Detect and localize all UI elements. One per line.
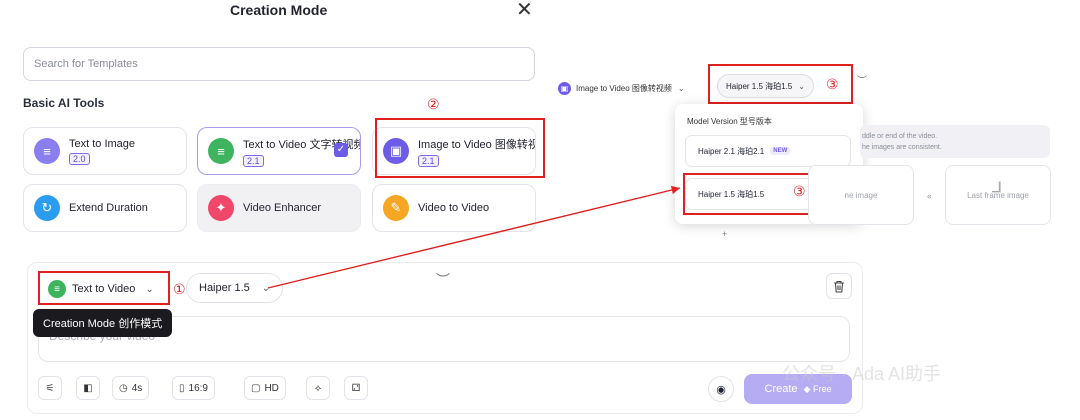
annotation-two: ② <box>427 96 440 112</box>
model-label: Haiper 1.5 <box>199 282 250 294</box>
search-input[interactable] <box>23 47 535 81</box>
eye-icon[interactable]: ◉ <box>708 376 734 402</box>
option-label: Haiper 2.1 海珀2.1 <box>698 146 765 156</box>
option-label: Haiper 1.5 海珀1.5 <box>698 189 765 199</box>
collapse-icon[interactable]: ︶ <box>857 72 867 87</box>
modal-title: Creation Mode <box>230 2 328 18</box>
chevron-down-icon: ⌄ <box>145 283 154 295</box>
info-line: ddle or end of the video. <box>862 133 938 140</box>
tool-image-to-video[interactable]: ▣ Image to Video 图像转视 2.1 <box>372 127 536 175</box>
watermark: 公众号 · Ada AI助手 <box>782 364 942 384</box>
collapse-icon[interactable]: ︶ <box>436 270 450 290</box>
annotation-three-b: ③ <box>793 183 806 199</box>
version-badge: 2.0 <box>69 152 90 165</box>
version-badge: 2.1 <box>243 154 264 167</box>
model-label: Haiper 1.5 海珀1.5 <box>726 81 793 91</box>
new-badge: NEW <box>770 147 791 155</box>
style-button[interactable]: ◧ <box>76 376 100 400</box>
creation-mode-tooltip: Creation Mode 创作模式 <box>33 309 173 337</box>
chevron-down-icon: ⌄ <box>798 81 805 91</box>
tool-name: Video to Video <box>418 202 490 214</box>
tool-video-to-video[interactable]: ✎ Video to Video <box>372 184 536 232</box>
creation-mode-modal: Creation Mode ✕ Basic AI Tools ≡ Text to… <box>0 0 560 250</box>
text-video-icon: ≡ <box>48 280 66 298</box>
sliders-icon: ⚟ <box>45 382 55 394</box>
chevron-down-icon: ⌄ <box>677 83 685 93</box>
annotation-three: ③ <box>826 76 839 92</box>
swap-icon: « <box>927 191 933 201</box>
style-icon: ◧ <box>83 382 93 394</box>
seed-button[interactable]: ⚁ <box>344 376 368 400</box>
annotation-one: ① <box>173 281 186 297</box>
ratio-label: 16:9 <box>188 382 208 394</box>
model-selector[interactable]: Haiper 1.5 ⌄ <box>186 273 284 303</box>
text-video-icon: ≡ <box>208 138 234 164</box>
info-line: he images are consistent. <box>862 144 942 151</box>
tool-name: Video Enhancer <box>243 202 322 214</box>
upload-image-icon: ▁▎ <box>992 182 1006 192</box>
add-icon[interactable]: + <box>722 229 727 239</box>
first-frame-box[interactable]: ne image <box>808 165 914 225</box>
image-video-icon: ▣ <box>558 81 571 95</box>
first-frame-label: ne image <box>844 190 878 200</box>
ratio-icon: ▯ <box>179 382 185 394</box>
video-video-icon: ✎ <box>383 195 409 221</box>
tool-name: Image to Video 图像转视 <box>418 138 535 151</box>
model-option-2-1[interactable]: Haiper 2.1 海珀2.1 NEW <box>685 135 851 167</box>
dropdown-title: Model Version 型号版本 <box>687 117 772 126</box>
text-image-icon: ≡ <box>34 138 60 164</box>
motion-icon: ⟡ <box>314 382 322 394</box>
tool-video-enhancer[interactable]: ✦ Video Enhancer <box>197 184 361 232</box>
section-title: Basic AI Tools <box>23 96 105 110</box>
close-icon[interactable]: ✕ <box>516 0 533 20</box>
image-video-icon: ▣ <box>383 138 409 164</box>
info-strip: ddle or end of the video. he images are … <box>860 125 1050 158</box>
mode-selector[interactable]: ≡ Text to Video ⌄ <box>42 275 168 303</box>
duration-button[interactable]: ◷ 4s <box>112 376 150 400</box>
mode-label: Text to Video <box>72 283 136 295</box>
motion-button[interactable]: ⟡ <box>306 376 330 400</box>
duration-label: 4s <box>131 382 143 394</box>
resolution-label: HD <box>264 382 279 394</box>
check-icon: ✓ <box>334 143 348 157</box>
version-badge: 2.1 <box>418 154 439 167</box>
hd-icon: ▢ <box>251 382 261 394</box>
model-selector-small[interactable]: Haiper 1.5 海珀1.5 ⌄ <box>717 74 814 98</box>
tool-text-to-video[interactable]: ≡ Text to Video 文字转视频 2.1 ✓ <box>197 127 361 175</box>
tool-extend-duration[interactable]: ↻ Extend Duration <box>23 184 187 232</box>
resolution-button[interactable]: ▢ HD <box>244 376 286 400</box>
trash-icon[interactable] <box>826 273 852 299</box>
chevron-down-icon: ⌄ <box>261 282 271 294</box>
mode-label: Image to Video 图像转视频 <box>576 83 672 93</box>
settings-button[interactable]: ⚟ <box>38 376 62 400</box>
tool-text-to-image[interactable]: ≡ Text to Image 2.0 <box>23 127 187 175</box>
enhancer-icon: ✦ <box>208 195 234 221</box>
tool-name: Text to Image <box>69 137 136 150</box>
tool-name: Extend Duration <box>69 202 148 214</box>
dice-icon: ⚁ <box>351 382 361 394</box>
last-frame-box[interactable]: Last frame image <box>945 165 1051 225</box>
ratio-button[interactable]: ▯ 16:9 <box>172 376 215 400</box>
mode-selector-small[interactable]: ▣ Image to Video 图像转视频 ⌄ <box>558 78 685 98</box>
extend-icon: ↻ <box>34 195 60 221</box>
timer-icon: ◷ <box>119 382 128 394</box>
